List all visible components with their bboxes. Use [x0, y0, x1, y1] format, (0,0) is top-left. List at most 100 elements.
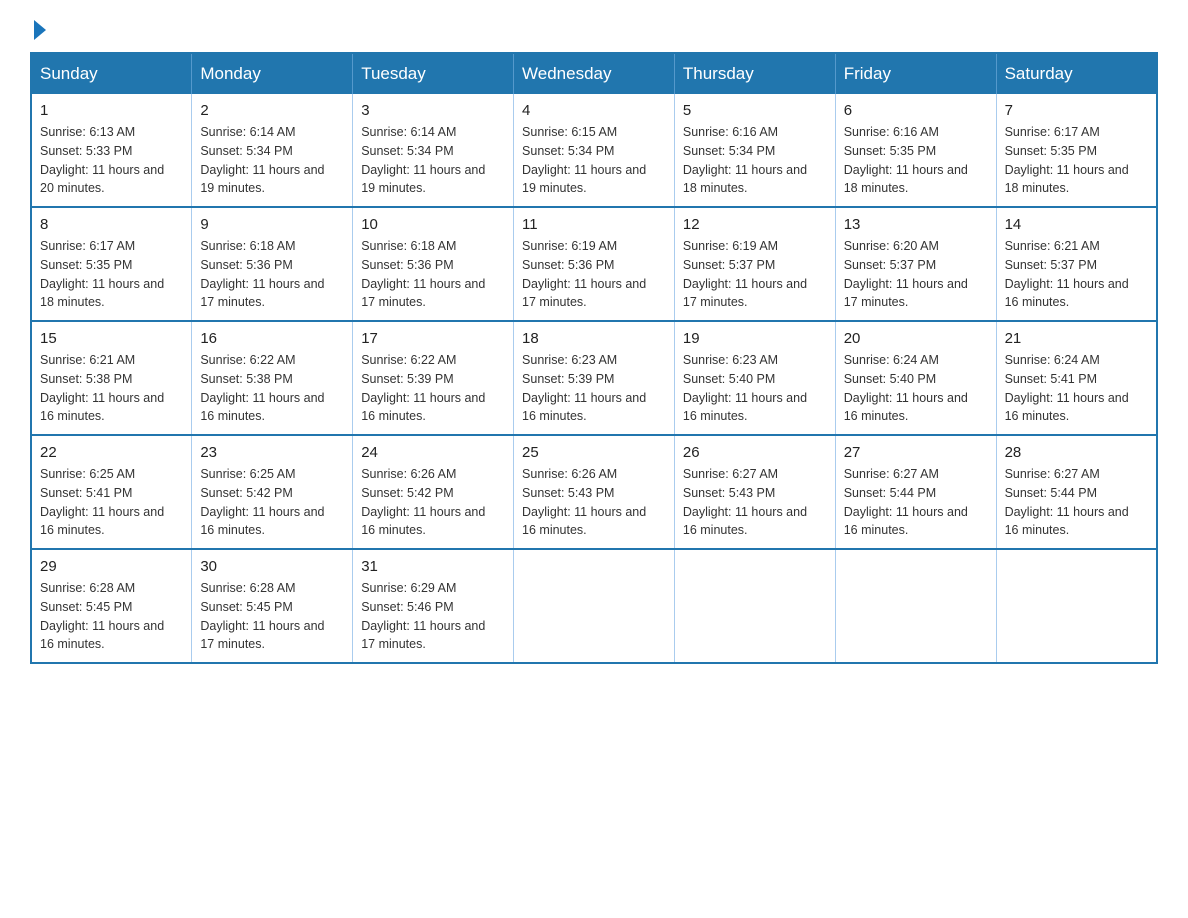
calendar-day-cell: 19 Sunrise: 6:23 AM Sunset: 5:40 PM Dayl… [674, 321, 835, 435]
calendar-day-cell: 30 Sunrise: 6:28 AM Sunset: 5:45 PM Dayl… [192, 549, 353, 663]
day-info: Sunrise: 6:22 AM Sunset: 5:39 PM Dayligh… [361, 351, 505, 426]
day-number: 26 [683, 444, 827, 461]
day-number: 7 [1005, 102, 1148, 119]
day-info: Sunrise: 6:19 AM Sunset: 5:37 PM Dayligh… [683, 237, 827, 312]
day-info: Sunrise: 6:16 AM Sunset: 5:35 PM Dayligh… [844, 123, 988, 198]
day-info: Sunrise: 6:13 AM Sunset: 5:33 PM Dayligh… [40, 123, 183, 198]
day-info: Sunrise: 6:24 AM Sunset: 5:41 PM Dayligh… [1005, 351, 1148, 426]
calendar-day-cell: 13 Sunrise: 6:20 AM Sunset: 5:37 PM Dayl… [835, 207, 996, 321]
calendar-header-row: SundayMondayTuesdayWednesdayThursdayFrid… [31, 53, 1157, 94]
calendar-day-header: Friday [835, 53, 996, 94]
calendar-day-cell: 15 Sunrise: 6:21 AM Sunset: 5:38 PM Dayl… [31, 321, 192, 435]
day-number: 11 [522, 216, 666, 233]
calendar-day-cell: 7 Sunrise: 6:17 AM Sunset: 5:35 PM Dayli… [996, 94, 1157, 207]
calendar-day-cell: 24 Sunrise: 6:26 AM Sunset: 5:42 PM Dayl… [353, 435, 514, 549]
calendar-day-header: Saturday [996, 53, 1157, 94]
day-info: Sunrise: 6:19 AM Sunset: 5:36 PM Dayligh… [522, 237, 666, 312]
day-info: Sunrise: 6:16 AM Sunset: 5:34 PM Dayligh… [683, 123, 827, 198]
calendar-day-cell: 10 Sunrise: 6:18 AM Sunset: 5:36 PM Dayl… [353, 207, 514, 321]
day-number: 17 [361, 330, 505, 347]
day-number: 12 [683, 216, 827, 233]
calendar-day-cell: 3 Sunrise: 6:14 AM Sunset: 5:34 PM Dayli… [353, 94, 514, 207]
day-number: 8 [40, 216, 183, 233]
day-info: Sunrise: 6:15 AM Sunset: 5:34 PM Dayligh… [522, 123, 666, 198]
day-number: 23 [200, 444, 344, 461]
calendar-day-cell: 20 Sunrise: 6:24 AM Sunset: 5:40 PM Dayl… [835, 321, 996, 435]
day-number: 15 [40, 330, 183, 347]
day-number: 20 [844, 330, 988, 347]
calendar-day-header: Tuesday [353, 53, 514, 94]
day-info: Sunrise: 6:18 AM Sunset: 5:36 PM Dayligh… [361, 237, 505, 312]
day-number: 18 [522, 330, 666, 347]
calendar-week-row: 8 Sunrise: 6:17 AM Sunset: 5:35 PM Dayli… [31, 207, 1157, 321]
day-info: Sunrise: 6:23 AM Sunset: 5:40 PM Dayligh… [683, 351, 827, 426]
day-info: Sunrise: 6:24 AM Sunset: 5:40 PM Dayligh… [844, 351, 988, 426]
logo [30, 20, 46, 42]
calendar-day-cell [996, 549, 1157, 663]
day-number: 22 [40, 444, 183, 461]
page-header [30, 20, 1158, 42]
calendar-day-header: Sunday [31, 53, 192, 94]
calendar-week-row: 22 Sunrise: 6:25 AM Sunset: 5:41 PM Dayl… [31, 435, 1157, 549]
day-number: 30 [200, 558, 344, 575]
day-number: 24 [361, 444, 505, 461]
day-number: 19 [683, 330, 827, 347]
day-info: Sunrise: 6:20 AM Sunset: 5:37 PM Dayligh… [844, 237, 988, 312]
day-info: Sunrise: 6:27 AM Sunset: 5:44 PM Dayligh… [1005, 465, 1148, 540]
day-number: 14 [1005, 216, 1148, 233]
calendar-day-cell: 21 Sunrise: 6:24 AM Sunset: 5:41 PM Dayl… [996, 321, 1157, 435]
day-info: Sunrise: 6:14 AM Sunset: 5:34 PM Dayligh… [200, 123, 344, 198]
calendar-day-cell: 28 Sunrise: 6:27 AM Sunset: 5:44 PM Dayl… [996, 435, 1157, 549]
day-number: 29 [40, 558, 183, 575]
calendar-day-header: Monday [192, 53, 353, 94]
calendar-day-cell: 6 Sunrise: 6:16 AM Sunset: 5:35 PM Dayli… [835, 94, 996, 207]
calendar-day-cell [514, 549, 675, 663]
day-number: 5 [683, 102, 827, 119]
day-info: Sunrise: 6:27 AM Sunset: 5:43 PM Dayligh… [683, 465, 827, 540]
day-info: Sunrise: 6:17 AM Sunset: 5:35 PM Dayligh… [40, 237, 183, 312]
day-info: Sunrise: 6:26 AM Sunset: 5:42 PM Dayligh… [361, 465, 505, 540]
calendar-day-cell: 27 Sunrise: 6:27 AM Sunset: 5:44 PM Dayl… [835, 435, 996, 549]
calendar-day-cell: 5 Sunrise: 6:16 AM Sunset: 5:34 PM Dayli… [674, 94, 835, 207]
day-number: 28 [1005, 444, 1148, 461]
day-number: 31 [361, 558, 505, 575]
calendar-day-cell: 14 Sunrise: 6:21 AM Sunset: 5:37 PM Dayl… [996, 207, 1157, 321]
day-info: Sunrise: 6:14 AM Sunset: 5:34 PM Dayligh… [361, 123, 505, 198]
calendar-day-cell: 11 Sunrise: 6:19 AM Sunset: 5:36 PM Dayl… [514, 207, 675, 321]
day-info: Sunrise: 6:26 AM Sunset: 5:43 PM Dayligh… [522, 465, 666, 540]
day-info: Sunrise: 6:27 AM Sunset: 5:44 PM Dayligh… [844, 465, 988, 540]
logo-triangle-icon [34, 20, 46, 40]
calendar-day-header: Wednesday [514, 53, 675, 94]
day-number: 1 [40, 102, 183, 119]
calendar-table: SundayMondayTuesdayWednesdayThursdayFrid… [30, 52, 1158, 664]
day-number: 10 [361, 216, 505, 233]
calendar-day-cell [674, 549, 835, 663]
day-number: 21 [1005, 330, 1148, 347]
calendar-day-cell: 1 Sunrise: 6:13 AM Sunset: 5:33 PM Dayli… [31, 94, 192, 207]
calendar-day-cell: 25 Sunrise: 6:26 AM Sunset: 5:43 PM Dayl… [514, 435, 675, 549]
day-number: 3 [361, 102, 505, 119]
day-info: Sunrise: 6:25 AM Sunset: 5:42 PM Dayligh… [200, 465, 344, 540]
day-number: 4 [522, 102, 666, 119]
day-info: Sunrise: 6:28 AM Sunset: 5:45 PM Dayligh… [40, 579, 183, 654]
calendar-week-row: 15 Sunrise: 6:21 AM Sunset: 5:38 PM Dayl… [31, 321, 1157, 435]
calendar-day-cell: 2 Sunrise: 6:14 AM Sunset: 5:34 PM Dayli… [192, 94, 353, 207]
calendar-day-cell: 9 Sunrise: 6:18 AM Sunset: 5:36 PM Dayli… [192, 207, 353, 321]
calendar-day-cell: 29 Sunrise: 6:28 AM Sunset: 5:45 PM Dayl… [31, 549, 192, 663]
day-number: 16 [200, 330, 344, 347]
calendar-day-cell: 4 Sunrise: 6:15 AM Sunset: 5:34 PM Dayli… [514, 94, 675, 207]
calendar-day-header: Thursday [674, 53, 835, 94]
day-number: 25 [522, 444, 666, 461]
day-number: 9 [200, 216, 344, 233]
calendar-day-cell: 8 Sunrise: 6:17 AM Sunset: 5:35 PM Dayli… [31, 207, 192, 321]
day-info: Sunrise: 6:25 AM Sunset: 5:41 PM Dayligh… [40, 465, 183, 540]
day-info: Sunrise: 6:18 AM Sunset: 5:36 PM Dayligh… [200, 237, 344, 312]
day-info: Sunrise: 6:29 AM Sunset: 5:46 PM Dayligh… [361, 579, 505, 654]
day-info: Sunrise: 6:22 AM Sunset: 5:38 PM Dayligh… [200, 351, 344, 426]
calendar-week-row: 1 Sunrise: 6:13 AM Sunset: 5:33 PM Dayli… [31, 94, 1157, 207]
day-number: 27 [844, 444, 988, 461]
calendar-day-cell: 26 Sunrise: 6:27 AM Sunset: 5:43 PM Dayl… [674, 435, 835, 549]
calendar-week-row: 29 Sunrise: 6:28 AM Sunset: 5:45 PM Dayl… [31, 549, 1157, 663]
day-info: Sunrise: 6:23 AM Sunset: 5:39 PM Dayligh… [522, 351, 666, 426]
day-number: 2 [200, 102, 344, 119]
